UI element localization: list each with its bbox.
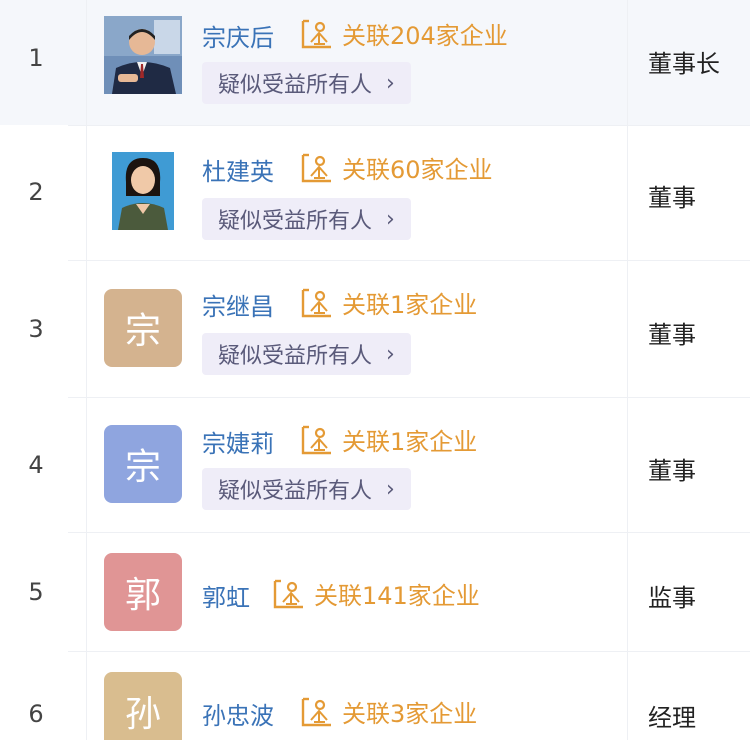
person-role: 董事长 <box>648 50 720 78</box>
association-text: 关联1家企业 <box>342 428 478 456</box>
column-divider <box>86 0 87 125</box>
person-role: 董事 <box>648 321 696 349</box>
chevron-right-icon: › <box>386 476 395 502</box>
column-divider <box>86 652 87 740</box>
person-photo-icon <box>104 16 182 94</box>
beneficial-owner-badge[interactable]: 疑似受益所有人 › <box>202 62 411 104</box>
table-row: 1 宗庆后 关联204家企业 疑似受益所有人 › 董事长 <box>0 0 750 125</box>
association-text: 关联3家企业 <box>342 700 478 728</box>
avatar-initial: 宗 <box>124 447 161 488</box>
chevron-right-icon: › <box>386 70 395 96</box>
enterprise-link-icon <box>301 153 331 182</box>
enterprise-link-icon <box>273 579 303 608</box>
association-text: 关联60家企业 <box>342 156 493 184</box>
column-divider <box>627 652 628 740</box>
avatar[interactable] <box>104 16 182 94</box>
row-number: 3 <box>28 315 44 343</box>
person-role: 监事 <box>648 584 696 612</box>
association-link[interactable]: 关联1家企业 <box>300 422 477 457</box>
column-divider <box>627 398 628 532</box>
person-name[interactable]: 孙忠波 <box>202 696 274 731</box>
association-link[interactable]: 关联3家企业 <box>300 694 477 729</box>
row-number: 5 <box>28 578 44 606</box>
avatar[interactable]: 孙 <box>104 672 182 740</box>
table-row: 6 孙 孙忠波 关联3家企业 经理 <box>0 652 750 740</box>
person-name[interactable]: 宗婕莉 <box>202 424 274 459</box>
column-divider <box>86 533 87 651</box>
avatar-initial: 郭 <box>124 575 161 616</box>
table-row: 2 杜建英 关联60家企业 疑似受益所有人 › 董事 <box>0 126 750 260</box>
badge-label: 疑似受益所有人 <box>218 73 373 98</box>
association-text: 关联141家企业 <box>314 582 480 610</box>
table-row: 4 宗 宗婕莉 关联1家企业 疑似受益所有人 › 董事 <box>0 398 750 532</box>
enterprise-link-icon <box>301 697 331 726</box>
association-link[interactable]: 关联141家企业 <box>272 576 480 611</box>
association-text: 关联1家企业 <box>342 291 478 319</box>
column-divider <box>86 261 87 397</box>
column-divider <box>86 126 87 260</box>
badge-label: 疑似受益所有人 <box>218 209 373 234</box>
association-link[interactable]: 关联1家企业 <box>300 285 477 320</box>
avatar[interactable]: 郭 <box>104 553 182 631</box>
row-number: 6 <box>28 700 44 728</box>
row-number: 2 <box>28 178 44 206</box>
person-name[interactable]: 宗庆后 <box>202 18 274 53</box>
table-row: 3 宗 宗继昌 关联1家企业 疑似受益所有人 › 董事 <box>0 261 750 397</box>
avatar[interactable] <box>112 152 174 230</box>
column-divider <box>86 398 87 532</box>
beneficial-owner-badge[interactable]: 疑似受益所有人 › <box>202 198 411 240</box>
column-divider <box>627 126 628 260</box>
column-divider <box>627 261 628 397</box>
column-divider <box>627 0 628 125</box>
chevron-right-icon: › <box>386 206 395 232</box>
beneficial-owner-badge[interactable]: 疑似受益所有人 › <box>202 468 411 510</box>
enterprise-link-icon <box>301 288 331 317</box>
association-link[interactable]: 关联60家企业 <box>300 150 493 185</box>
avatar-initial: 孙 <box>124 694 161 735</box>
avatar[interactable]: 宗 <box>104 425 182 503</box>
avatar-initial: 宗 <box>124 311 161 352</box>
avatar[interactable]: 宗 <box>104 289 182 367</box>
enterprise-link-icon <box>301 425 331 454</box>
chevron-right-icon: › <box>386 341 395 367</box>
person-role: 董事 <box>648 184 696 212</box>
association-text: 关联204家企业 <box>342 22 508 50</box>
beneficial-owner-badge[interactable]: 疑似受益所有人 › <box>202 333 411 375</box>
person-role: 经理 <box>648 704 696 732</box>
person-role: 董事 <box>648 457 696 485</box>
row-number: 1 <box>28 44 44 72</box>
person-name[interactable]: 宗继昌 <box>202 287 274 322</box>
person-name[interactable]: 郭虹 <box>202 578 250 613</box>
badge-label: 疑似受益所有人 <box>218 344 373 369</box>
enterprise-link-icon <box>301 19 331 48</box>
person-name[interactable]: 杜建英 <box>202 152 274 187</box>
row-number: 4 <box>28 451 44 479</box>
person-photo-icon <box>112 152 174 230</box>
table-row: 5 郭 郭虹 关联141家企业 监事 <box>0 533 750 651</box>
badge-label: 疑似受益所有人 <box>218 479 373 504</box>
personnel-table: 1 宗庆后 关联204家企业 疑似受益所有人 › 董事长 2 杜建英 关联60家… <box>0 0 750 740</box>
association-link[interactable]: 关联204家企业 <box>300 16 508 51</box>
column-divider <box>627 533 628 651</box>
